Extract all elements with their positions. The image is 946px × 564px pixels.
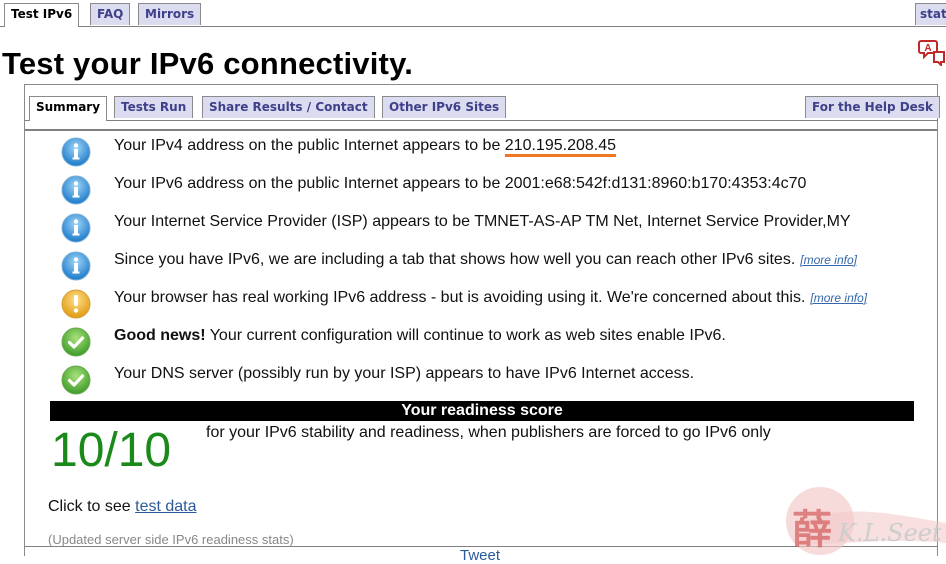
result-text: Your IPv4 address on the public Internet…: [114, 137, 616, 157]
svg-text:薛: 薛: [792, 507, 832, 553]
info-icon: [61, 213, 91, 243]
result-row: Your DNS server (possibly run by your IS…: [25, 359, 937, 397]
readiness-description: for your IPv6 stability and readiness, w…: [206, 424, 771, 441]
result-row: Since you have IPv6, we are including a …: [25, 245, 937, 283]
readiness-header: Your readiness score: [50, 401, 914, 421]
translate-icon[interactable]: A: [918, 38, 946, 66]
result-row: Your IPv6 address on the public Internet…: [25, 169, 937, 207]
more-info-link[interactable]: [more info]: [810, 291, 867, 305]
info-icon: [61, 251, 91, 281]
result-row: Good news! Your current configuration wi…: [25, 321, 937, 359]
info-icon: [61, 175, 91, 205]
warning-icon: [61, 289, 91, 319]
tab-divider: [25, 120, 937, 121]
tab-share-results[interactable]: Share Results / Contact: [202, 96, 375, 118]
tab-faq[interactable]: FAQ: [90, 3, 131, 25]
page-title: Test your IPv6 connectivity.: [2, 46, 414, 81]
config-text: Your current configuration will continue…: [205, 327, 726, 344]
updated-stats-note: (Updated server side IPv6 readiness stat…: [48, 532, 294, 547]
tab-stats[interactable]: stat: [915, 3, 946, 25]
tab-summary[interactable]: Summary: [29, 96, 108, 121]
isp-text: Your Internet Service Provider (ISP) app…: [114, 213, 851, 230]
watermark-logo: 薛 K.L.Seet: [786, 487, 946, 555]
result-row: Your browser has real working IPv6 addre…: [25, 283, 937, 321]
tab-help-desk[interactable]: For the Help Desk: [805, 96, 940, 118]
tab-tests-run[interactable]: Tests Run: [114, 96, 194, 118]
check-icon: [61, 365, 91, 395]
readiness-score: 10/10: [51, 424, 172, 477]
tab-other-ipv6-sites[interactable]: Other IPv6 Sites: [382, 96, 507, 118]
result-text: Your browser has real working IPv6 addre…: [114, 289, 867, 307]
more-info-link[interactable]: [more info]: [800, 253, 857, 267]
tab-test-ipv6[interactable]: Test IPv6: [4, 3, 80, 27]
tab-mirrors[interactable]: Mirrors: [138, 3, 202, 25]
browser-warning-text: Your browser has real working IPv6 addre…: [114, 289, 806, 306]
ipv4-address: 210.195.208.45: [504, 137, 616, 157]
info-icon: [61, 137, 91, 167]
result-text: Good news! Your current configuration wi…: [114, 327, 726, 345]
click-prefix: Click to see: [48, 498, 136, 515]
ipv4-label: Your IPv4 address on the public Internet…: [114, 137, 505, 154]
dns-text: Your DNS server (possibly run by your IS…: [114, 365, 695, 382]
ipv6-tab-text: Since you have IPv6, we are including a …: [114, 251, 796, 268]
watermark-text: K.L.Seet: [837, 519, 942, 547]
test-data-line: Click to see test data: [48, 498, 197, 516]
result-row: Your IPv4 address on the public Internet…: [25, 131, 937, 169]
ipv6-address-text: Your IPv6 address on the public Internet…: [114, 175, 807, 192]
result-row: Your Internet Service Provider (ISP) app…: [25, 207, 937, 245]
good-news-label: Good news!: [114, 327, 206, 344]
result-text: Since you have IPv6, we are including a …: [114, 251, 857, 269]
top-tab-bar: Test IPv6 FAQ Mirrors stat: [0, 0, 946, 27]
inner-tab-bar: Summary Tests Run Share Results / Contac…: [25, 85, 940, 131]
check-icon: [61, 327, 91, 357]
test-data-link[interactable]: test data: [135, 498, 196, 515]
svg-text:A: A: [924, 43, 931, 54]
